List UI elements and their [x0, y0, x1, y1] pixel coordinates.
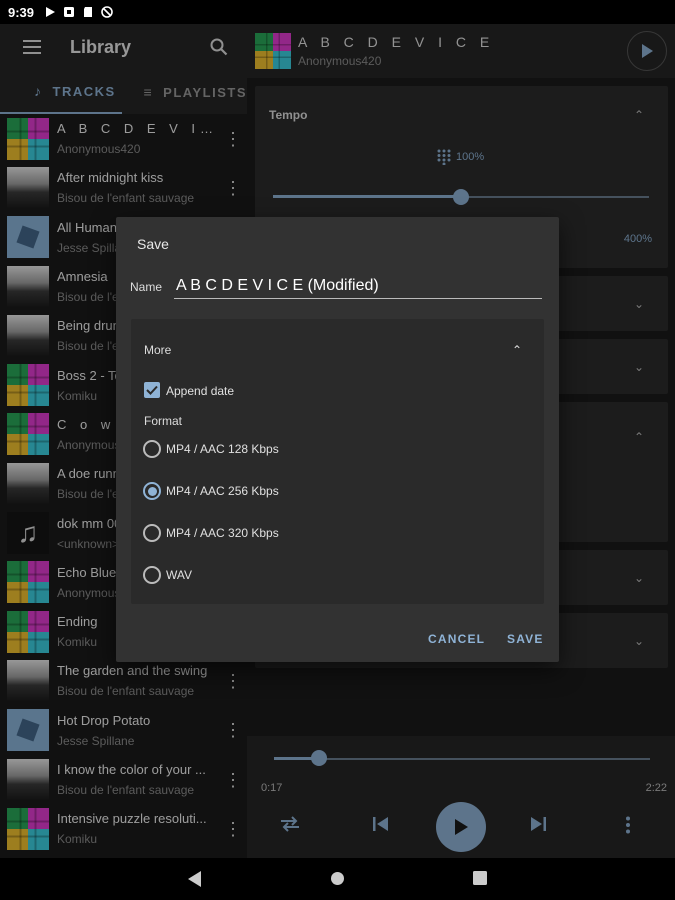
- format-option[interactable]: MP4 / AAC 128 Kbps: [143, 440, 279, 458]
- format-option-label: MP4 / AAC 128 Kbps: [166, 442, 279, 456]
- cancel-button[interactable]: CANCEL: [428, 632, 485, 646]
- status-bar: 9:39: [0, 0, 675, 858]
- more-title[interactable]: More: [144, 343, 171, 357]
- save-button[interactable]: SAVE: [507, 632, 544, 646]
- radio-button[interactable]: [143, 524, 161, 542]
- recents-icon[interactable]: [473, 871, 487, 885]
- dialog-title: Save: [137, 236, 169, 252]
- collapse-chevron-icon[interactable]: ⌃: [512, 343, 522, 357]
- format-option-label: WAV: [166, 568, 192, 582]
- append-date-label: Append date: [166, 384, 235, 398]
- navigation-bar: [0, 858, 675, 900]
- status-time: 9:39: [8, 4, 35, 20]
- app-notification-icon: [64, 7, 75, 17]
- radio-button[interactable]: [143, 440, 161, 458]
- back-icon[interactable]: [188, 871, 202, 887]
- radio-button[interactable]: [143, 566, 161, 584]
- format-option[interactable]: MP4 / AAC 256 Kbps: [143, 482, 279, 500]
- format-option[interactable]: WAV: [143, 566, 192, 584]
- format-option-label: MP4 / AAC 320 Kbps: [166, 526, 279, 540]
- format-option[interactable]: MP4 / AAC 320 Kbps: [143, 524, 279, 542]
- format-label: Format: [144, 414, 183, 428]
- sd-card-icon: [84, 7, 93, 17]
- more-section: More ⌃ Append date Format MP4 / AAC 128 …: [131, 319, 544, 604]
- name-input[interactable]: [174, 273, 542, 299]
- play-notification-icon: [46, 7, 56, 17]
- append-date-checkbox[interactable]: [144, 382, 160, 398]
- save-dialog: Save Name More ⌃ Append date Format MP4 …: [116, 217, 559, 662]
- name-label: Name: [130, 280, 163, 294]
- check-icon: [146, 385, 158, 395]
- blocked-icon: [101, 6, 113, 18]
- radio-button[interactable]: [143, 482, 161, 500]
- home-icon[interactable]: [330, 871, 345, 886]
- format-option-label: MP4 / AAC 256 Kbps: [166, 484, 279, 498]
